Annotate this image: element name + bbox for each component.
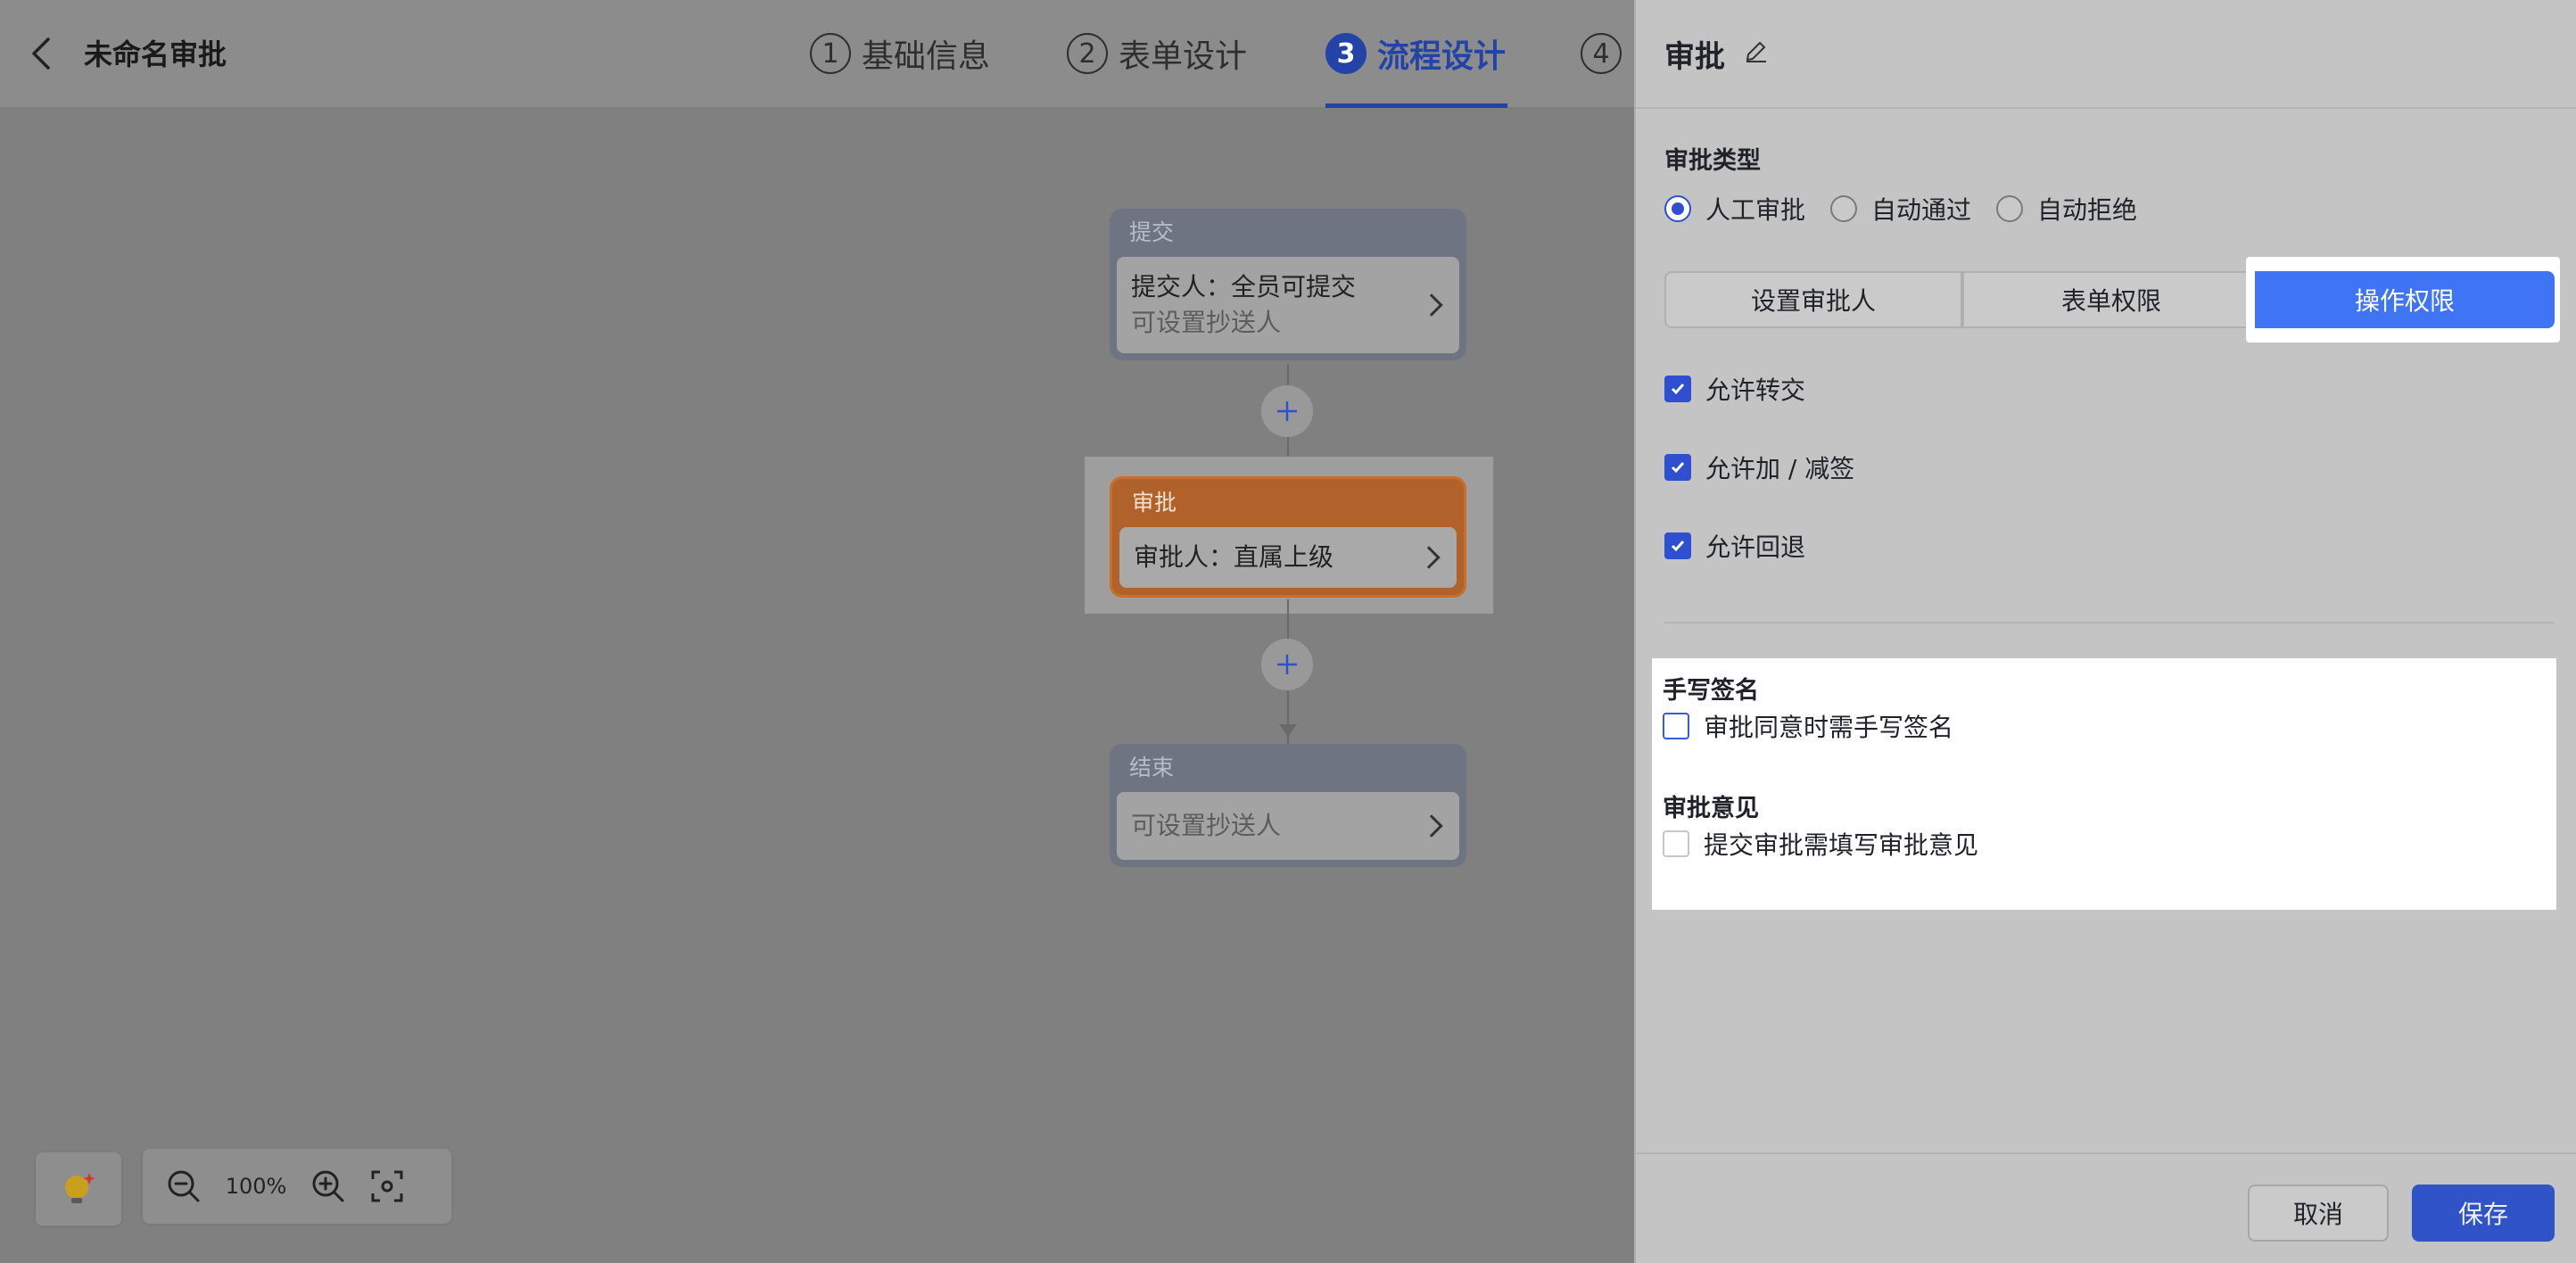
- tab-operation-permission[interactable]: 操作权限: [2255, 271, 2555, 328]
- radio-label: 自动拒绝: [2037, 195, 2138, 225]
- active-step-underline: [1325, 103, 1507, 108]
- tab-form-permission[interactable]: 表单权限: [1962, 271, 2260, 328]
- save-button[interactable]: 保存: [2412, 1185, 2555, 1242]
- step-number: 2: [1067, 33, 1108, 74]
- approver-text: 审批人：直属上级: [1134, 542, 1334, 572]
- node-body[interactable]: 可设置抄送人: [1117, 792, 1459, 860]
- end-node[interactable]: 结束 可设置抄送人: [1110, 744, 1466, 867]
- node-body[interactable]: 提交人：全员可提交 可设置抄送人: [1117, 257, 1459, 353]
- step-basic-info[interactable]: 1 基础信息: [810, 27, 990, 80]
- checkbox-checked-icon: [1664, 376, 1691, 402]
- submitter-text: 提交人：全员可提交: [1131, 272, 1357, 301]
- checkbox-unchecked-icon: [1663, 830, 1689, 857]
- zoom-in-icon[interactable]: [309, 1167, 348, 1206]
- checkbox-label: 允许转交: [1705, 376, 1806, 405]
- radio-indicator: [1996, 195, 2024, 222]
- cancel-button[interactable]: 取消: [2248, 1185, 2389, 1242]
- step-label: 表单设计: [1119, 38, 1248, 75]
- node-title: 审批: [1132, 490, 1177, 516]
- step-flow-design[interactable]: 3 流程设计: [1325, 27, 1506, 80]
- checkbox-unchecked-icon: [1663, 713, 1689, 739]
- add-node-button[interactable]: [1261, 639, 1313, 690]
- checkbox-label: 审批同意时需手写签名: [1704, 713, 1954, 742]
- approve-node[interactable]: 审批 审批人：直属上级: [1110, 476, 1466, 598]
- step-label: 流程设计: [1377, 38, 1507, 75]
- step-form-design[interactable]: 2 表单设计: [1067, 27, 1247, 80]
- require-opinion-checkbox[interactable]: 提交审批需填写审批意见: [1663, 826, 1978, 862]
- lightbulb-icon: [65, 1173, 95, 1203]
- checkbox-checked-icon: [1664, 454, 1691, 481]
- section-divider: [1664, 622, 2555, 623]
- checkbox-label: 允许加 / 减签: [1705, 454, 1855, 483]
- zoom-controls: 100%: [143, 1149, 451, 1224]
- step-number: 4: [1581, 33, 1622, 74]
- plus-icon: [1277, 401, 1297, 421]
- allow-rollback-checkbox[interactable]: 允许回退: [1664, 528, 1805, 564]
- zoom-level: 100%: [225, 1174, 287, 1199]
- tips-button[interactable]: [36, 1152, 121, 1226]
- checkbox-checked-icon: [1664, 532, 1691, 559]
- fit-screen-icon[interactable]: [367, 1167, 407, 1206]
- approval-settings-panel: 审批 审批类型 人工审批 自动通过 自动拒绝 设置审批人 表单权限 允许转交 允…: [1634, 0, 2576, 1263]
- tab-set-approver[interactable]: 设置审批人: [1664, 271, 1962, 328]
- arrow-down-icon: [1279, 724, 1297, 737]
- approval-type-label: 审批类型: [1664, 147, 1761, 175]
- node-title: 提交: [1129, 219, 1175, 245]
- radio-label: 自动通过: [1871, 195, 1972, 225]
- node-title: 结束: [1129, 755, 1175, 780]
- radio-manual-approval[interactable]: 人工审批: [1664, 191, 1805, 227]
- checkbox-label: 提交审批需填写审批意见: [1704, 830, 1979, 860]
- handwritten-signature-label: 手写签名: [1663, 677, 1759, 705]
- cc-hint-text: 可设置抄送人: [1131, 308, 1282, 337]
- step-label: 基础信息: [862, 38, 991, 75]
- back-arrow-icon[interactable]: [27, 34, 55, 73]
- radio-auto-pass[interactable]: 自动通过: [1830, 191, 1971, 227]
- step-number: 1: [810, 33, 851, 74]
- checkbox-label: 允许回退: [1705, 532, 1806, 562]
- zoom-out-icon[interactable]: [164, 1167, 203, 1206]
- panel-title: 审批: [1664, 39, 1725, 75]
- step-number: 3: [1325, 33, 1366, 74]
- allow-add-remove-sign-checkbox[interactable]: 允许加 / 减签: [1664, 450, 1854, 485]
- radio-indicator: [1664, 195, 1691, 222]
- cc-hint-text: 可设置抄送人: [1131, 811, 1282, 840]
- signature-opinion-section: 手写签名 审批同意时需手写签名 审批意见 提交审批需填写审批意见: [1652, 658, 2556, 910]
- edit-pencil-icon[interactable]: [1743, 37, 1770, 64]
- radio-label: 人工审批: [1705, 195, 1806, 225]
- top-header: 未命名审批 1 基础信息 2 表单设计 3 流程设计 4: [0, 0, 1634, 109]
- approval-type-group: 人工审批 自动通过 自动拒绝: [1664, 191, 2162, 227]
- node-body[interactable]: 审批人：直属上级: [1119, 527, 1457, 588]
- radio-indicator: [1830, 195, 1858, 222]
- plus-icon: [1277, 655, 1297, 674]
- step-4[interactable]: 4: [1581, 27, 1632, 80]
- submit-node[interactable]: 提交 提交人：全员可提交 可设置抄送人: [1110, 209, 1466, 360]
- panel-footer: 取消 保存: [1636, 1152, 2576, 1263]
- require-signature-checkbox[interactable]: 审批同意时需手写签名: [1663, 708, 1953, 744]
- allow-transfer-checkbox[interactable]: 允许转交: [1664, 371, 1805, 407]
- approval-opinion-label: 审批意见: [1663, 795, 1759, 822]
- add-node-button[interactable]: [1261, 385, 1313, 437]
- panel-header: 审批: [1636, 0, 2576, 109]
- radio-auto-reject[interactable]: 自动拒绝: [1996, 191, 2137, 227]
- page-title: 未命名审批: [84, 37, 227, 71]
